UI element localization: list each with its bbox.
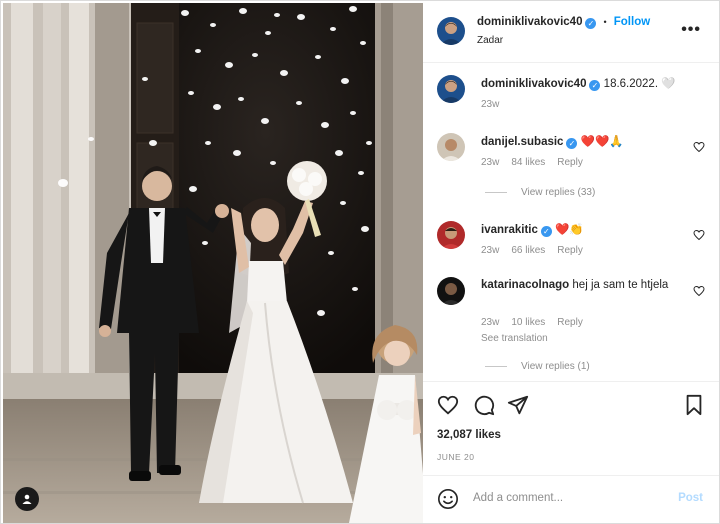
comment-time[interactable]: 23w bbox=[481, 157, 499, 168]
emoji-icon[interactable] bbox=[437, 488, 459, 510]
view-replies-label: View replies (1) bbox=[521, 361, 590, 372]
comment-likes[interactable]: 10 likes bbox=[511, 317, 545, 328]
view-replies-label: View replies (33) bbox=[521, 187, 596, 198]
commenter-avatar-image bbox=[437, 277, 465, 305]
tag-person-icon bbox=[22, 494, 32, 504]
comment-text: hej ja sam te htjela bbox=[572, 279, 669, 291]
bookmark-icon[interactable] bbox=[683, 394, 705, 416]
verified-icon: ✓ bbox=[585, 18, 597, 29]
author-username[interactable]: dominiklivakovic40 bbox=[477, 16, 582, 28]
author-avatar-image bbox=[437, 17, 465, 45]
follow-button[interactable]: Follow bbox=[614, 16, 650, 28]
more-options-button[interactable]: ••• bbox=[681, 21, 701, 39]
post-photo[interactable] bbox=[3, 3, 423, 523]
divider bbox=[485, 192, 507, 193]
comment-form: Add a comment... Post bbox=[423, 475, 719, 523]
verified-icon: ✓ bbox=[540, 226, 552, 237]
view-replies-button[interactable]: View replies (33) bbox=[485, 187, 595, 198]
comment-username[interactable]: katarinacolnago bbox=[481, 279, 569, 291]
post-modal: dominiklivakovic40 ✓ • Follow Zadar ••• d… bbox=[0, 0, 720, 524]
comment-likes[interactable]: 66 likes bbox=[511, 245, 545, 256]
likes-count[interactable]: 32,087 likes bbox=[437, 429, 501, 441]
avatar[interactable] bbox=[437, 17, 465, 45]
share-icon[interactable] bbox=[507, 394, 529, 416]
see-translation-button[interactable]: See translation bbox=[481, 333, 548, 344]
caption-avatar-image bbox=[437, 75, 465, 103]
comment-likes[interactable]: 84 likes bbox=[511, 157, 545, 168]
comment-username[interactable]: danijel.subasic bbox=[481, 136, 563, 148]
verified-icon: ✓ bbox=[589, 80, 601, 91]
reply-button[interactable]: Reply bbox=[557, 245, 583, 256]
comment-username[interactable]: ivanrakitic bbox=[481, 224, 538, 236]
reply-button[interactable]: Reply bbox=[557, 317, 583, 328]
comment-text: ❤️❤️🙏 bbox=[580, 136, 624, 148]
reply-button[interactable]: Reply bbox=[557, 157, 583, 168]
caption-emoji: 🤍 bbox=[661, 78, 676, 90]
post-details-panel: dominiklivakovic40 ✓ • Follow Zadar ••• d… bbox=[423, 3, 719, 523]
wedding-photo bbox=[3, 3, 423, 523]
comment-icon[interactable] bbox=[473, 394, 495, 416]
comment-avatar[interactable] bbox=[437, 133, 465, 161]
caption-username[interactable]: dominiklivakovic40 bbox=[481, 78, 586, 90]
comment-avatar[interactable] bbox=[437, 221, 465, 249]
comment-avatar[interactable] bbox=[437, 277, 465, 305]
header-separator: • bbox=[603, 17, 607, 27]
comment-time[interactable]: 23w bbox=[481, 245, 499, 256]
like-comment-heart-icon[interactable] bbox=[693, 141, 705, 153]
comment-time[interactable]: 23w bbox=[481, 317, 499, 328]
post-header: dominiklivakovic40 ✓ • Follow Zadar ••• bbox=[423, 3, 719, 63]
post-comment-button[interactable]: Post bbox=[678, 492, 703, 504]
divider bbox=[485, 366, 507, 367]
post-location[interactable]: Zadar bbox=[477, 35, 503, 46]
heart-icon[interactable] bbox=[437, 394, 459, 416]
commenter-avatar-image bbox=[437, 221, 465, 249]
commenter-avatar-image bbox=[437, 133, 465, 161]
post-actions: 32,087 likes JUNE 20 bbox=[423, 381, 719, 462]
comment-input[interactable]: Add a comment... bbox=[473, 492, 563, 504]
more-icon: ••• bbox=[681, 21, 701, 38]
caption-avatar[interactable] bbox=[437, 75, 465, 103]
like-comment-heart-icon[interactable] bbox=[693, 285, 705, 297]
comment-text: ❤️👏 bbox=[555, 224, 584, 236]
verified-icon: ✓ bbox=[566, 138, 578, 149]
caption-time[interactable]: 23w bbox=[481, 99, 499, 110]
view-replies-button[interactable]: View replies (1) bbox=[485, 361, 590, 372]
like-comment-heart-icon[interactable] bbox=[693, 229, 705, 241]
post-date[interactable]: JUNE 20 bbox=[437, 452, 475, 462]
tag-person-button[interactable] bbox=[15, 487, 39, 511]
caption-text: 18.6.2022. bbox=[603, 78, 659, 90]
